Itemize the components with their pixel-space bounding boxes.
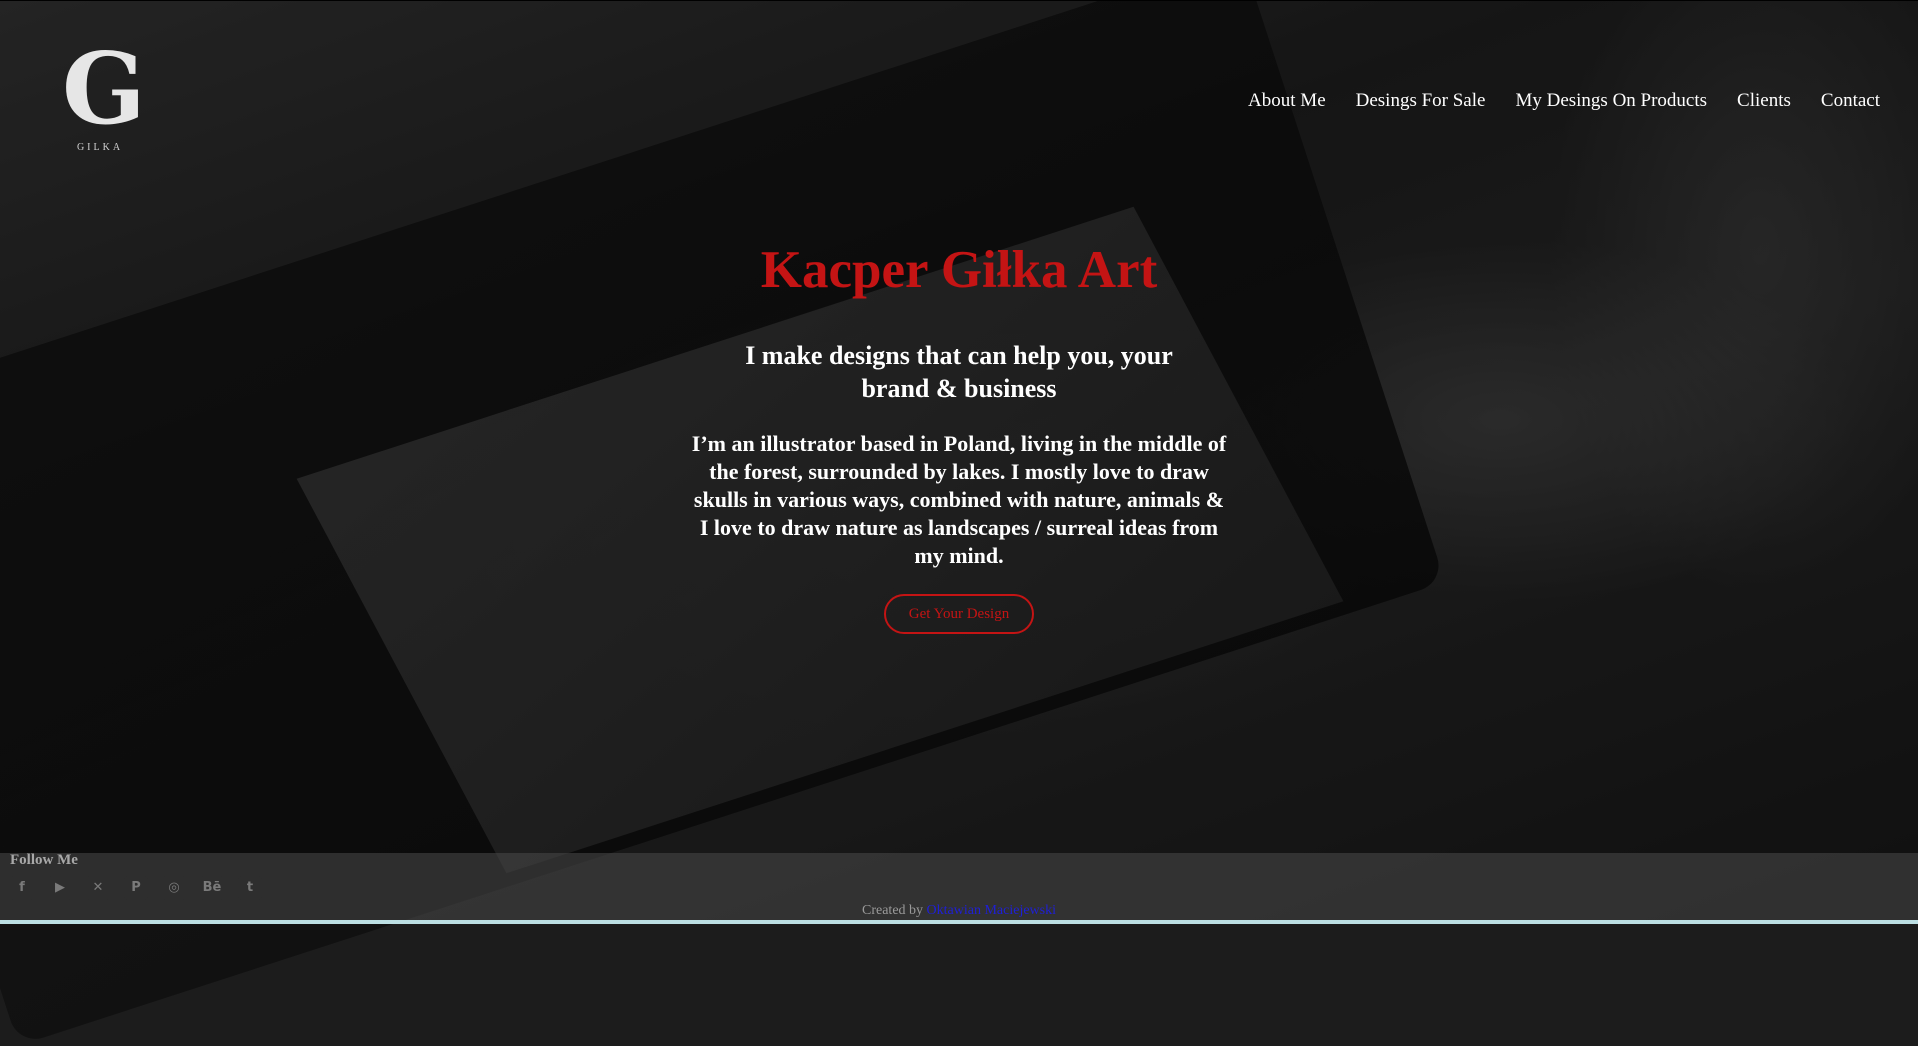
nav-about-me[interactable]: About Me <box>1248 90 1326 112</box>
logo-wordmark: GILKA <box>76 142 124 153</box>
nav-clients[interactable]: Clients <box>1737 90 1791 112</box>
tumblr-icon[interactable]: t <box>238 876 262 900</box>
main-nav: About Me Desings For Sale My Desings On … <box>1248 90 1880 112</box>
hero-bio: I’m an illustrator based in Poland, livi… <box>691 431 1227 568</box>
follow-me-label: Follow Me <box>10 852 78 868</box>
bottom-strip <box>0 920 1918 924</box>
get-your-design-button[interactable]: Get Your Design <box>884 594 1034 634</box>
top-border <box>0 0 1918 1</box>
instagram-icon[interactable]: ◎ <box>162 876 186 900</box>
credit-author-link[interactable]: Oktawian Maciejewski <box>927 903 1056 918</box>
facebook-icon[interactable]: f <box>10 876 34 900</box>
tools-icon[interactable]: ✕ <box>86 876 110 900</box>
youtube-icon[interactable]: ▶ <box>48 876 72 900</box>
nav-contact[interactable]: Contact <box>1821 90 1880 112</box>
nav-designs-for-sale[interactable]: Desings For Sale <box>1356 90 1486 112</box>
hero-subtitle: I make designs that can help you, your b… <box>745 341 1173 403</box>
pinterest-icon[interactable]: P <box>124 876 148 900</box>
nav-designs-on-products[interactable]: My Desings On Products <box>1515 90 1707 112</box>
site-logo[interactable]: G GILKA <box>62 32 146 156</box>
hero-title: Kacper Giłka Art <box>760 241 1158 299</box>
social-links: f ▶ ✕ P ◎ Bē t <box>10 876 262 900</box>
behance-icon[interactable]: Bē <box>200 876 224 900</box>
logo-mark: G <box>62 32 146 147</box>
credit-prefix: Created by <box>862 903 924 918</box>
footer-credit: Created by Oktawian Maciejewski <box>0 903 1918 919</box>
